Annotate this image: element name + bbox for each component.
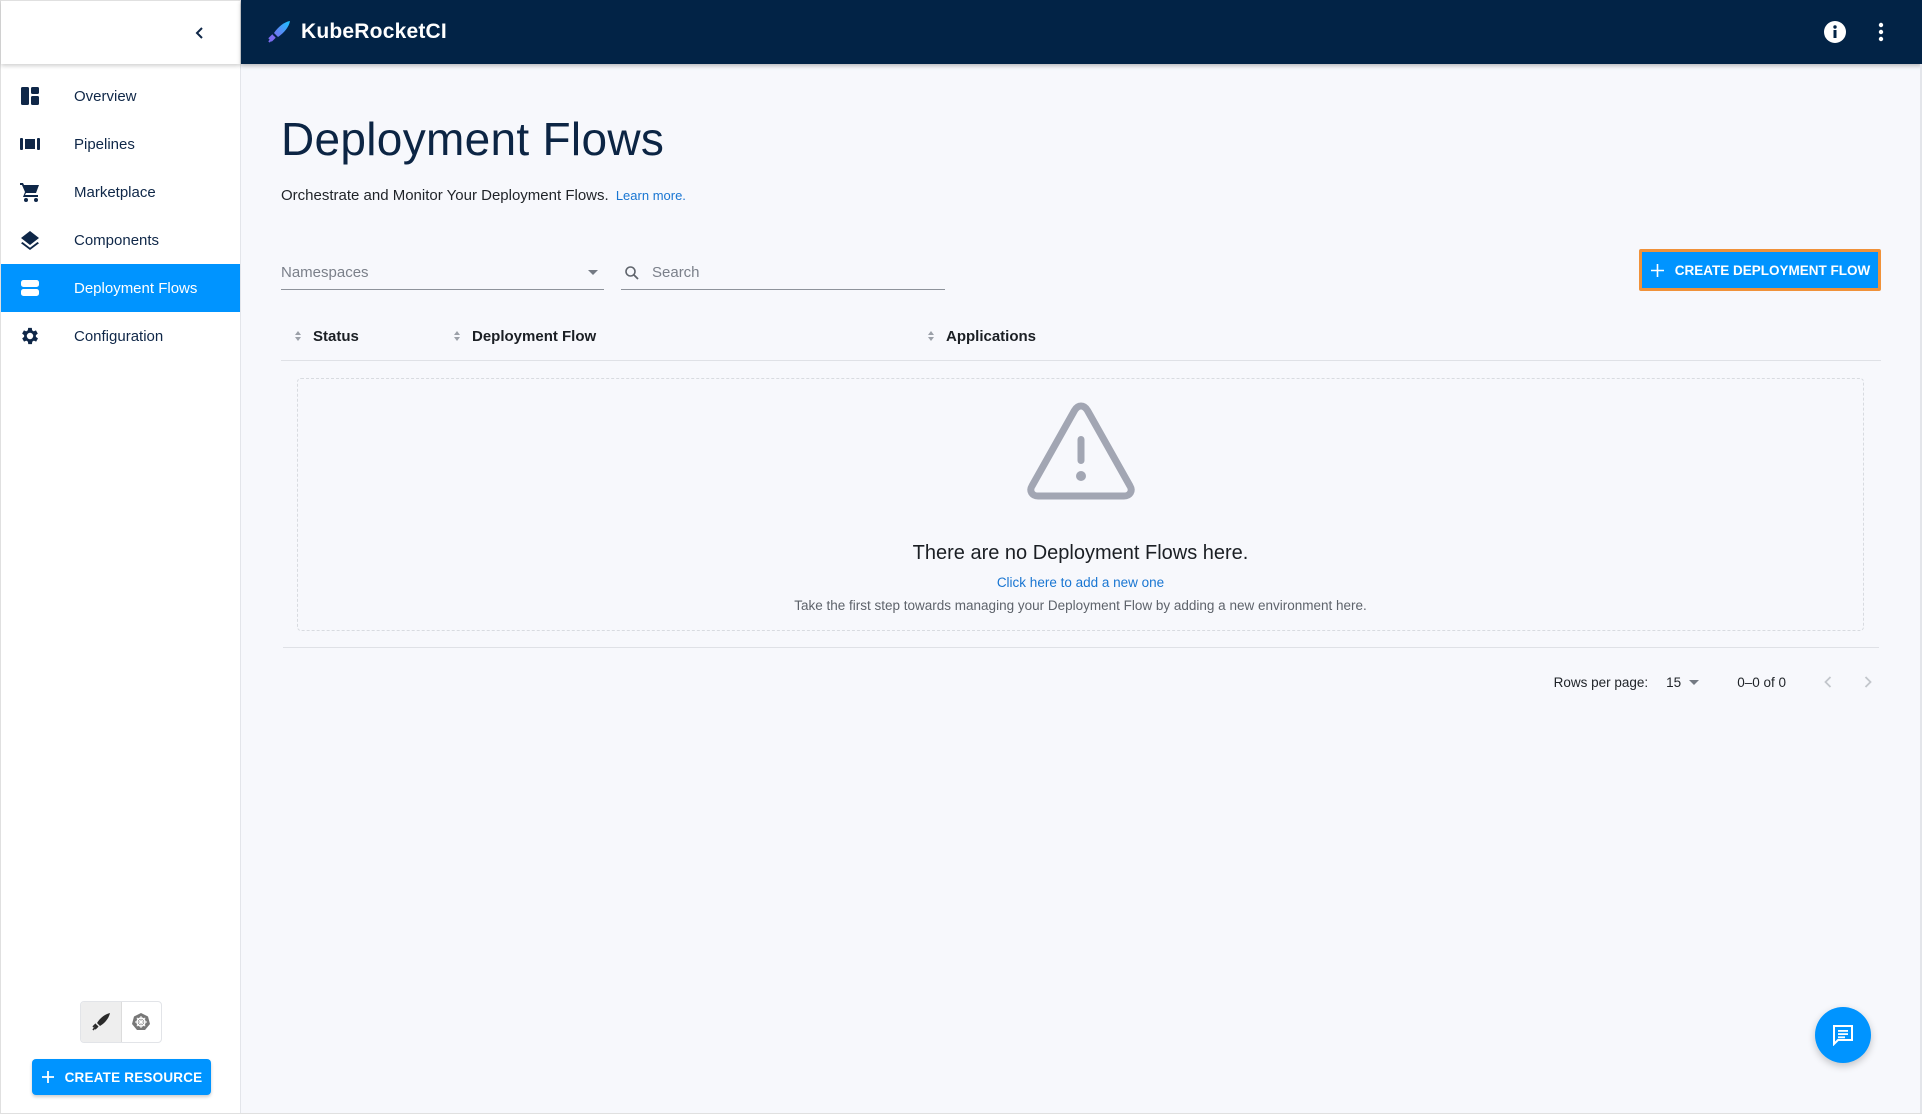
rows-per-page-label: Rows per page: xyxy=(1553,674,1649,690)
sidebar-item-label: Marketplace xyxy=(74,183,156,201)
search-icon xyxy=(625,265,639,280)
sidebar-footer: CREATE RESOURCE xyxy=(1,984,240,1114)
more-menu-button[interactable] xyxy=(1868,19,1894,45)
pagination: Rows per page: 15 0–0 of 0 xyxy=(1554,664,1880,700)
empty-state-title: There are no Deployment Flows here. xyxy=(912,542,1249,564)
pagination-range: 0–0 of 0 xyxy=(1737,674,1786,690)
rows-per-page-value: 15 xyxy=(1666,674,1682,690)
column-label: Deployment Flow xyxy=(472,327,597,345)
sidebar-item-marketplace[interactable]: Marketplace xyxy=(1,168,240,216)
previous-page-button[interactable] xyxy=(1816,670,1840,694)
sidebar-item-pipelines[interactable]: Pipelines xyxy=(1,120,240,168)
table-divider xyxy=(283,647,1879,648)
rocket-icon xyxy=(268,21,290,43)
sidebar-item-deployment-flows[interactable]: Deployment Flows xyxy=(1,264,240,312)
sidebar: Overview Pipelines Marketplace Component… xyxy=(0,0,241,1114)
chat-fab-button[interactable] xyxy=(1815,1007,1871,1063)
column-label: Status xyxy=(313,327,359,345)
create-deployment-flow-button[interactable]: CREATE DEPLOYMENT FLOW xyxy=(1642,252,1878,288)
sidebar-header xyxy=(1,0,240,64)
sort-icon xyxy=(928,331,934,341)
create-resource-button[interactable]: CREATE RESOURCE xyxy=(32,1059,211,1095)
empty-state-subtitle: Take the first step towards managing you… xyxy=(794,598,1367,613)
create-deployment-flow-label: CREATE DEPLOYMENT FLOW xyxy=(1674,262,1871,278)
sidebar-item-components[interactable]: Components xyxy=(1,216,240,264)
sidebar-item-label: Deployment Flows xyxy=(74,279,198,297)
gear-icon xyxy=(18,324,42,348)
mode-toggle-krci[interactable] xyxy=(81,1002,122,1042)
sidebar-item-label: Pipelines xyxy=(74,135,135,153)
rocket-icon xyxy=(92,1013,110,1031)
plus-icon xyxy=(1650,263,1664,277)
flows-icon xyxy=(18,276,42,300)
chevron-left-icon xyxy=(195,27,203,39)
rows-per-page-select[interactable]: 15 xyxy=(1666,674,1700,690)
header-actions xyxy=(1822,19,1894,45)
column-header-deployment-flow[interactable]: Deployment Flow xyxy=(454,311,596,361)
namespaces-select[interactable]: Namespaces xyxy=(281,256,604,290)
sidebar-item-configuration[interactable]: Configuration xyxy=(1,312,240,360)
search-field xyxy=(621,256,945,290)
column-header-status[interactable]: Status xyxy=(295,311,359,361)
mode-toggle-kubernetes[interactable] xyxy=(122,1002,162,1042)
create-resource-label: CREATE RESOURCE xyxy=(64,1069,203,1085)
main-content: Deployment Flows Orchestrate and Monitor… xyxy=(241,64,1922,1114)
empty-state: There are no Deployment Flows here. Clic… xyxy=(297,378,1864,631)
plus-icon xyxy=(41,1071,54,1083)
sidebar-item-overview[interactable]: Overview xyxy=(1,72,240,120)
search-input[interactable] xyxy=(652,264,932,281)
column-label: Applications xyxy=(946,327,1037,345)
kubernetes-icon xyxy=(132,1013,151,1030)
collapse-sidebar-button[interactable] xyxy=(188,21,212,45)
sidebar-item-label: Configuration xyxy=(74,327,164,345)
table-header: Status Deployment Flow Applications xyxy=(281,311,1881,361)
column-header-applications[interactable]: Applications xyxy=(928,311,1036,361)
pipelines-icon xyxy=(18,132,42,156)
sidebar-item-label: Overview xyxy=(74,87,137,105)
cart-icon xyxy=(18,180,42,204)
namespaces-placeholder: Namespaces xyxy=(281,264,369,281)
page-description-text: Orchestrate and Monitor Your Deployment … xyxy=(281,187,609,204)
sort-icon xyxy=(454,331,460,341)
info-button[interactable] xyxy=(1822,19,1848,45)
chevron-right-icon xyxy=(1864,676,1872,688)
dropdown-arrow-icon xyxy=(588,270,598,275)
sort-icon xyxy=(295,331,301,341)
mode-toggle xyxy=(80,1001,162,1043)
more-vertical-icon xyxy=(1878,22,1884,42)
info-icon xyxy=(1824,21,1846,43)
next-page-button[interactable] xyxy=(1856,670,1880,694)
page-description: Orchestrate and Monitor Your Deployment … xyxy=(281,187,686,204)
dashboard-icon xyxy=(18,84,42,108)
sidebar-item-label: Components xyxy=(74,231,160,249)
layers-icon xyxy=(18,228,42,252)
dropdown-arrow-icon xyxy=(1689,679,1700,685)
chat-icon xyxy=(1833,1025,1853,1046)
app-header: KubeRocketCI xyxy=(241,0,1922,64)
learn-more-link[interactable]: Learn more. xyxy=(616,188,686,203)
brand-name: KubeRocketCI xyxy=(301,20,447,43)
brand-logo[interactable]: KubeRocketCI xyxy=(265,18,447,46)
chevron-left-icon xyxy=(1824,676,1832,688)
sidebar-nav: Overview Pipelines Marketplace Component… xyxy=(1,72,240,360)
page-title: Deployment Flows xyxy=(281,113,665,165)
add-new-link[interactable]: Click here to add a new one xyxy=(997,575,1164,590)
create-deployment-flow-highlight: CREATE DEPLOYMENT FLOW xyxy=(1639,249,1881,291)
warning-icon xyxy=(1026,402,1135,500)
